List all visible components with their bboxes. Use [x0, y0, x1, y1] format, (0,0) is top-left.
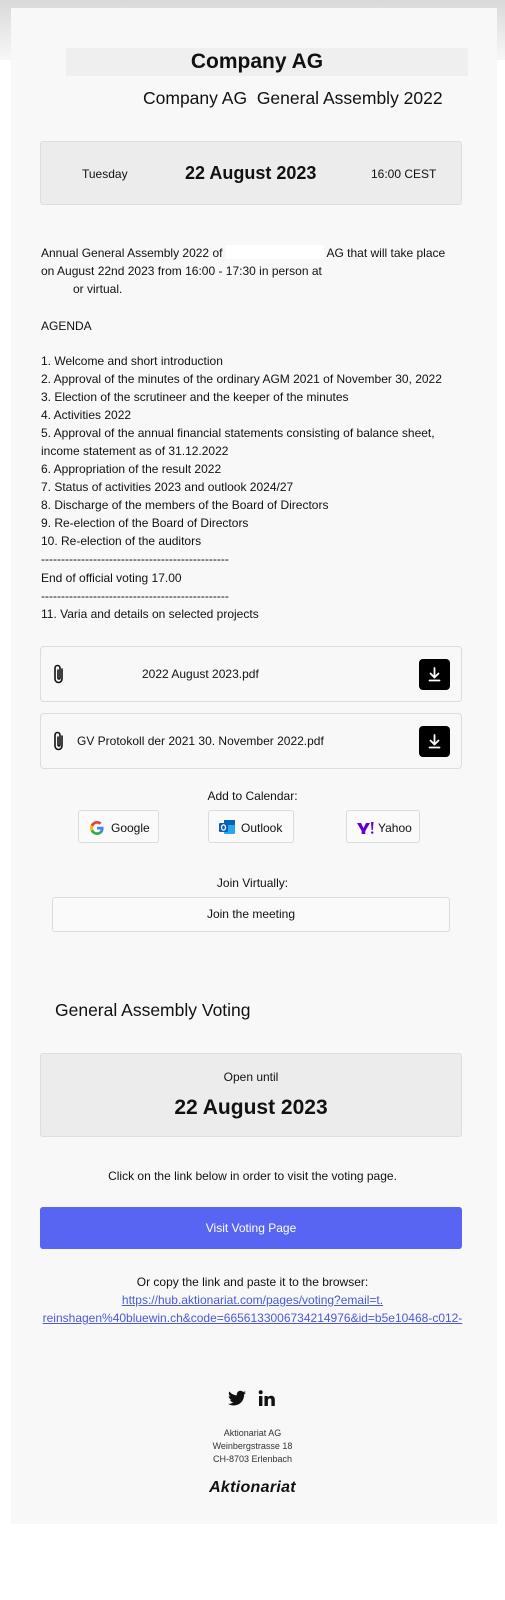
event-subtitle: Company AG General Assembly 2022 [143, 88, 443, 109]
google-label: Google [111, 821, 150, 835]
agenda-item: 5. Approval of the annual financial stat… [41, 426, 435, 440]
agenda-heading: AGENDA [41, 319, 92, 333]
footer-city: CH-8703 Erlenbach [212, 1454, 293, 1464]
voting-open-box: Open until 22 August 2023 [40, 1053, 462, 1137]
add-to-calendar-label: Add to Calendar: [207, 789, 298, 803]
aktionariat-logo: Aktionariat [209, 1479, 296, 1496]
agenda-item: 4. Activities 2022 [41, 408, 132, 422]
paperclip-icon [54, 664, 63, 684]
attachment-row[interactable]: GV Protokoll der 2021 30. November 2022.… [40, 713, 462, 769]
twitter-icon[interactable] [227, 1388, 247, 1410]
subtitle-company: Company AG [143, 88, 248, 108]
copy-link-text: Or copy the link and paste it to the bro… [136, 1275, 369, 1289]
agenda-separator: ----------------------------------------… [41, 552, 229, 566]
voting-section-title: General Assembly Voting [55, 1000, 251, 1020]
event-time: 16:00 CEST [371, 167, 437, 181]
yahoo-label: Yahoo [378, 821, 412, 835]
open-until-date: 22 August 2023 [174, 1096, 328, 1119]
footer-street: Weinbergstrasse 18 [212, 1441, 293, 1451]
agenda-item: 7. Status of activities 2023 and outlook… [41, 480, 294, 494]
subtitle-event: General Assembly 2022 [256, 88, 443, 108]
download-button[interactable] [419, 726, 450, 757]
company-title: Company AG [190, 50, 324, 73]
agenda-item: 9. Re-election of the Board of Directors [41, 516, 249, 530]
google-icon [90, 821, 104, 835]
linkedin-icon[interactable] [258, 1388, 276, 1410]
yahoo-icon [357, 822, 374, 834]
agenda-item: 6. Appropriation of the result 2022 [41, 462, 222, 476]
agenda-item: 3. Election of the scrutineer and the ke… [41, 390, 349, 404]
agenda-item: 1. Welcome and short introduction [41, 354, 223, 368]
download-button[interactable] [419, 659, 450, 690]
agenda-separator: ----------------------------------------… [41, 589, 229, 603]
intro-line-3: or virtual. [73, 282, 123, 296]
attachment-row[interactable]: 2022 August 2023.pdf [40, 646, 462, 702]
google-calendar-button[interactable]: Google [78, 810, 159, 843]
event-date-box: Tuesday 22 August 2023 16:00 CEST [40, 141, 462, 205]
download-icon [428, 667, 441, 682]
voting-link-line-2[interactable]: reinshagen%40bluewin.ch&code=66561330067… [0, 1311, 505, 1325]
intro-text-a: Annual General Assembly 2022 of [41, 246, 223, 260]
voting-instruction: Click on the link below in order to visi… [108, 1169, 397, 1183]
redacted-text [225, 245, 324, 259]
footer-company-name: Aktionariat AG [223, 1428, 282, 1438]
intro-line-1: Annual General Assembly 2022 of AG that … [41, 244, 445, 262]
open-until-label: Open until [223, 1070, 279, 1084]
event-day: Tuesday [82, 167, 128, 181]
outlook-icon [219, 820, 235, 834]
voting-link-line-1[interactable]: https://hub.aktionariat.com/pages/voting… [0, 1293, 505, 1307]
agenda-item: 10. Re-election of the auditors [41, 534, 202, 548]
agenda-item: 8. Discharge of the members of the Board… [41, 498, 329, 512]
agenda-item: 11. Varia and details on selected projec… [41, 607, 259, 621]
outlook-calendar-button[interactable]: Outlook [208, 810, 294, 843]
outlook-label: Outlook [241, 821, 283, 835]
yahoo-calendar-button[interactable]: Yahoo [346, 810, 420, 843]
intro-text-b: AG that will take place [326, 246, 446, 260]
join-virtually-label: Join Virtually: [216, 876, 289, 890]
intro-line-2: on August 22nd 2023 from 16:00 - 17:30 i… [41, 264, 322, 278]
event-date: 22 August 2023 [185, 163, 317, 183]
attachment-filename[interactable]: GV Protokoll der 2021 30. November 2022.… [77, 734, 324, 748]
paperclip-icon [54, 731, 63, 751]
download-icon [428, 734, 441, 749]
visit-voting-page-button[interactable]: Visit Voting Page [40, 1207, 462, 1249]
attachment-filename[interactable]: 2022 August 2023.pdf [142, 667, 259, 681]
voting-end-note: End of official voting 17.00 [41, 571, 182, 585]
join-meeting-button[interactable]: Join the meeting [52, 897, 450, 932]
agenda-item: income statement as of 31.12.2022 [41, 444, 229, 458]
agenda-item: 2. Approval of the minutes of the ordina… [41, 372, 442, 386]
